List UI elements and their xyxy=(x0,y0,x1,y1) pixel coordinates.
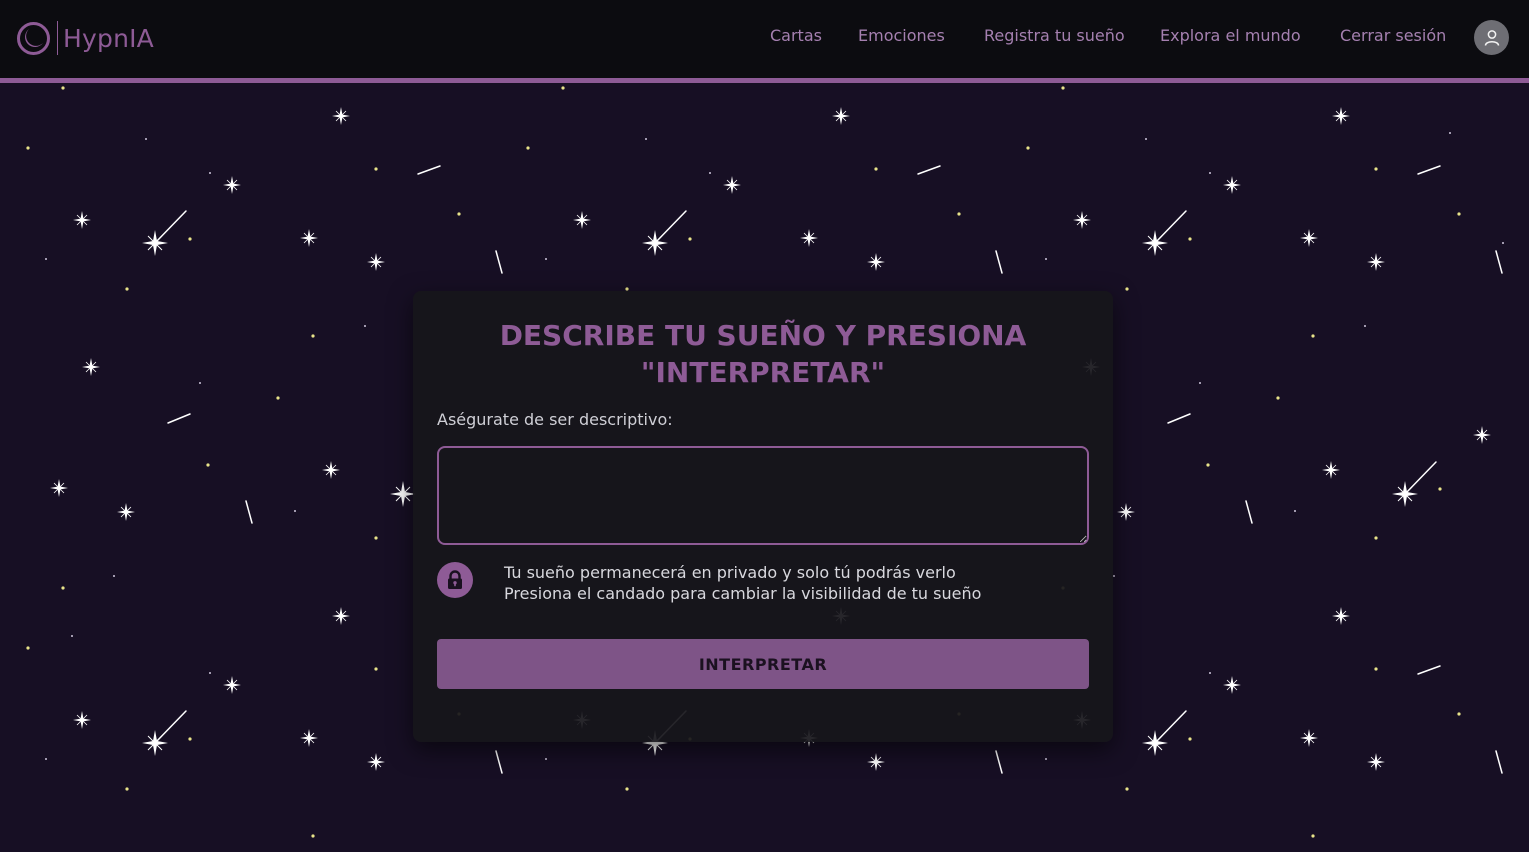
form-title: DESCRIBE TU SUEÑO Y PRESIONA "INTERPRETA… xyxy=(499,319,1027,389)
nav-link-registra-tu-sueno[interactable]: Registra tu sueño xyxy=(984,26,1125,45)
nav-links: Cartas Emociones Registra tu sueño Explo… xyxy=(0,26,1529,50)
interpret-button[interactable]: INTERPRETAR xyxy=(437,639,1089,689)
nav-link-emociones[interactable]: Emociones xyxy=(858,26,945,45)
user-avatar-button[interactable] xyxy=(1474,20,1509,55)
privacy-text-line-1: Tu sueño permanecerá en privado y solo t… xyxy=(504,563,956,582)
privacy-text-line-2: Presiona el candado para cambiar la visi… xyxy=(504,584,982,603)
privacy-row: Tu sueño permanecerá en privado y solo t… xyxy=(437,562,1089,606)
dream-form-card: DESCRIBE TU SUEÑO Y PRESIONA "INTERPRETA… xyxy=(413,291,1113,742)
padlock-icon xyxy=(448,570,462,589)
user-icon xyxy=(1484,29,1499,46)
nav-link-cerrar-sesion[interactable]: Cerrar sesión xyxy=(1340,26,1446,45)
dream-field-label: Aségurate de ser descriptivo: xyxy=(437,410,673,429)
dream-textarea[interactable] xyxy=(437,446,1089,545)
nav-link-explora-el-mundo[interactable]: Explora el mundo xyxy=(1160,26,1301,45)
nav-link-cartas[interactable]: Cartas xyxy=(770,26,822,45)
privacy-text: Tu sueño permanecerá en privado y solo t… xyxy=(504,562,981,604)
top-navbar: HypnIA Cartas Emociones Registra tu sueñ… xyxy=(0,0,1529,83)
visibility-lock-button[interactable] xyxy=(437,562,473,598)
